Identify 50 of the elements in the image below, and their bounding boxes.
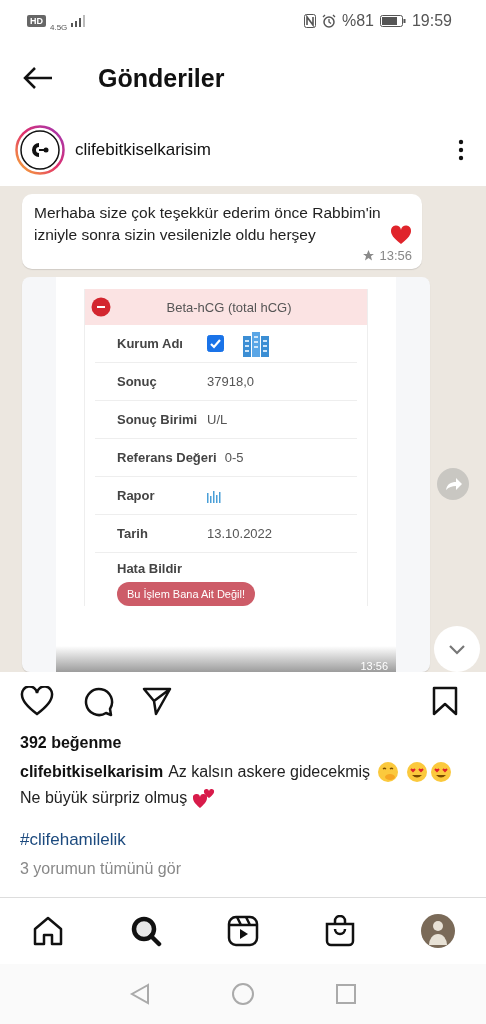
caption-username[interactable]: clifebitkiselkarisim xyxy=(20,760,164,784)
field-label: Sonuç Birimi xyxy=(117,412,199,427)
profile-logo-icon[interactable] xyxy=(15,125,65,175)
field-value: 37918,0 xyxy=(207,374,254,389)
network-label: 4.5G xyxy=(50,22,68,32)
two-hearts-icon xyxy=(192,787,217,809)
home-icon[interactable] xyxy=(32,915,64,947)
heart-outline-icon[interactable] xyxy=(20,686,54,716)
search-icon[interactable] xyxy=(129,915,162,947)
send-icon[interactable] xyxy=(142,686,172,716)
field-label: Hata Bildir xyxy=(117,561,183,576)
alarm-icon xyxy=(321,14,336,28)
field-label: Tarih xyxy=(117,526,149,541)
field-value: 0-5 xyxy=(224,450,244,465)
bar-chart-icon[interactable] xyxy=(207,488,221,503)
hashtag-link[interactable]: #clifehamilelik xyxy=(20,830,466,850)
checkbox[interactable] xyxy=(207,335,224,352)
profile-avatar[interactable] xyxy=(420,913,456,949)
shopping-bag-icon[interactable] xyxy=(324,915,355,947)
view-comments-link[interactable]: 3 yorumun tümünü gör xyxy=(20,860,466,878)
field-value: U/L xyxy=(207,412,228,427)
message-time: 13:56 xyxy=(379,248,412,263)
username[interactable]: clifebitkiselkarisim xyxy=(75,140,448,160)
image-time: 13:56 xyxy=(360,660,388,672)
report-error-button[interactable]: Bu İşlem Bana Ait Değil! xyxy=(117,582,255,606)
minus-circle-icon[interactable] xyxy=(91,297,111,317)
field-label: Rapor xyxy=(117,488,156,503)
field-label: Referans Değeri xyxy=(117,450,217,465)
heart-icon xyxy=(390,225,412,245)
comment-icon[interactable] xyxy=(82,685,114,717)
page-title: Gönderiler xyxy=(98,63,225,93)
battery-percent: %81 xyxy=(341,12,374,30)
bookmark-icon[interactable] xyxy=(432,686,458,716)
signal-icon xyxy=(71,15,86,27)
field-label: Sonuç xyxy=(117,374,158,389)
caption-text: Ne büyük sürpriz olmuş xyxy=(20,788,188,808)
caption-text: Az kalsın askere gidecekmiş xyxy=(168,762,371,782)
likes-count[interactable]: 392 beğenme xyxy=(20,734,466,752)
back-arrow-icon[interactable] xyxy=(22,66,54,90)
message-text: Merhaba size çok teşekkür ederim önce Rabbim'in izniyle sonra sizin vesilenizle oldu herşey xyxy=(34,203,382,245)
field-label: Kurum Adı xyxy=(117,336,184,351)
video-play-icon[interactable] xyxy=(227,915,259,947)
report-title: Beta-hCG (total hCG) xyxy=(165,299,293,315)
battery-icon xyxy=(379,15,406,27)
more-options-icon[interactable] xyxy=(458,139,464,161)
hd-badge: HD xyxy=(27,15,46,27)
clock: 19:59 xyxy=(411,12,452,30)
building-icon xyxy=(242,329,270,358)
field-value: 13.10.2022 xyxy=(207,526,273,541)
nfc-icon xyxy=(303,14,316,28)
